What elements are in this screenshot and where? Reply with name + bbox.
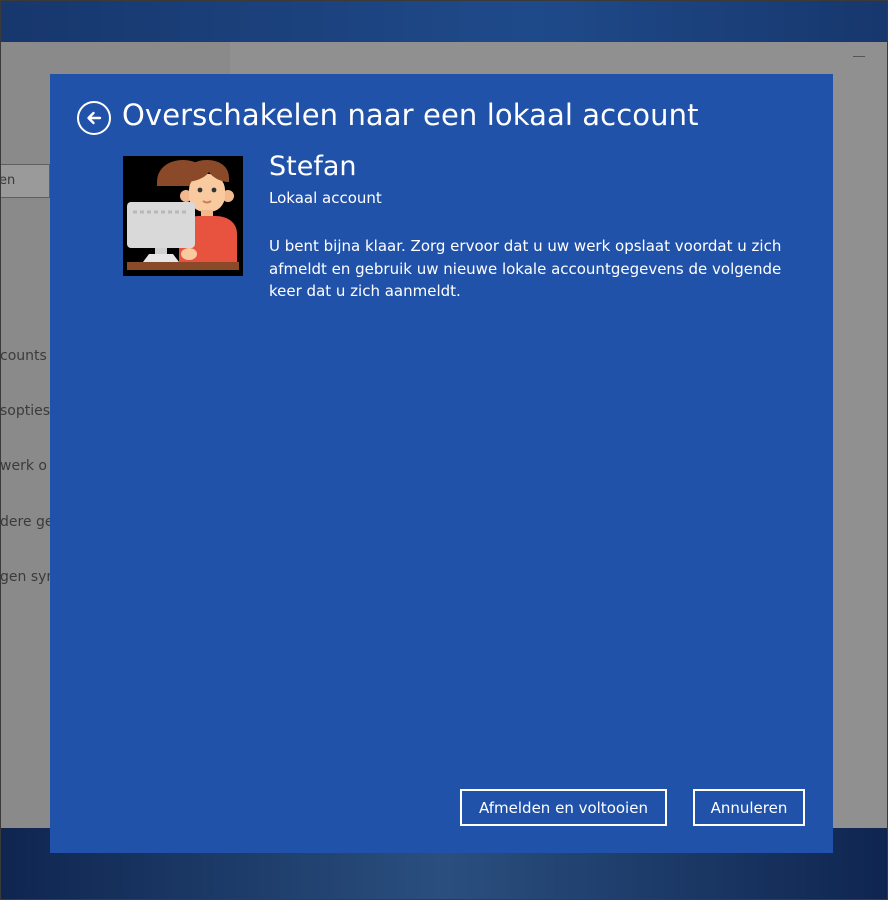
arrow-left-icon [87, 111, 102, 125]
user-name: Stefan [269, 151, 357, 182]
account-type-label: Lokaal account [269, 189, 382, 207]
sidebar-item-other-users: dere ge [0, 514, 50, 530]
sidebar-item-accounts: counts [0, 348, 47, 364]
minimize-icon [853, 56, 865, 57]
desktop-top [0, 0, 888, 42]
back-button[interactable] [77, 101, 111, 135]
avatar [123, 156, 243, 276]
instruction-text: U bent bijna klaar. Zorg ervoor dat u uw… [269, 237, 782, 300]
sidebar-item-work-access: werk o [0, 458, 47, 474]
user-at-computer-icon [123, 156, 243, 276]
sidebar-item-sync-settings: gen syn [0, 569, 50, 585]
switch-local-account-dialog: Overschakelen naar een lokaal account St… [50, 74, 833, 853]
search-input: en [0, 164, 50, 198]
search-input-text: en [0, 173, 16, 188]
dialog-title: Overschakelen naar een lokaal account [122, 98, 699, 132]
sidebar-item-sign-in-options: sopties [0, 403, 50, 419]
cancel-button[interactable]: Annuleren [693, 789, 805, 826]
sign-out-and-finish-button[interactable]: Afmelden en voltooien [460, 789, 667, 826]
